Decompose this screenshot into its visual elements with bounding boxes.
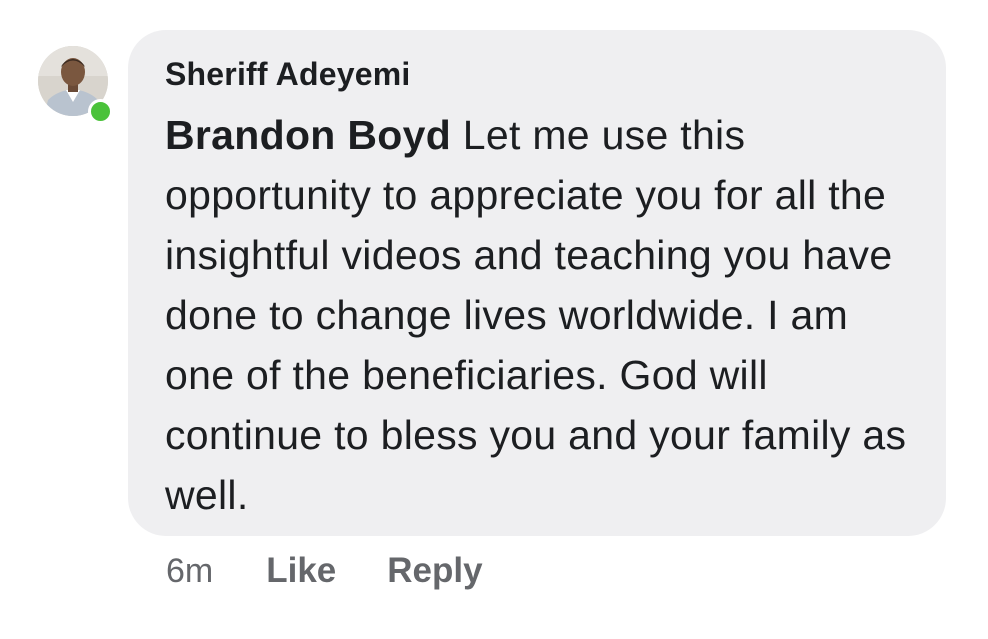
comment-timestamp[interactable]: 6m [166, 552, 213, 591]
online-status-indicator [88, 99, 113, 124]
comment-body: Brandon Boyd Let me use this opportunity… [165, 105, 925, 525]
comment-actions: 6m Like Reply [166, 548, 483, 594]
avatar[interactable] [38, 46, 113, 124]
reply-button[interactable]: Reply [387, 551, 482, 591]
like-button[interactable]: Like [266, 551, 336, 591]
comment-text: Let me use this opportunity to appreciat… [165, 112, 907, 518]
comment-bubble: Sheriff Adeyemi Brandon Boyd Let me use … [128, 30, 946, 536]
mention-tag[interactable]: Brandon Boyd [165, 112, 451, 158]
comment-author-name[interactable]: Sheriff Adeyemi [165, 56, 410, 93]
